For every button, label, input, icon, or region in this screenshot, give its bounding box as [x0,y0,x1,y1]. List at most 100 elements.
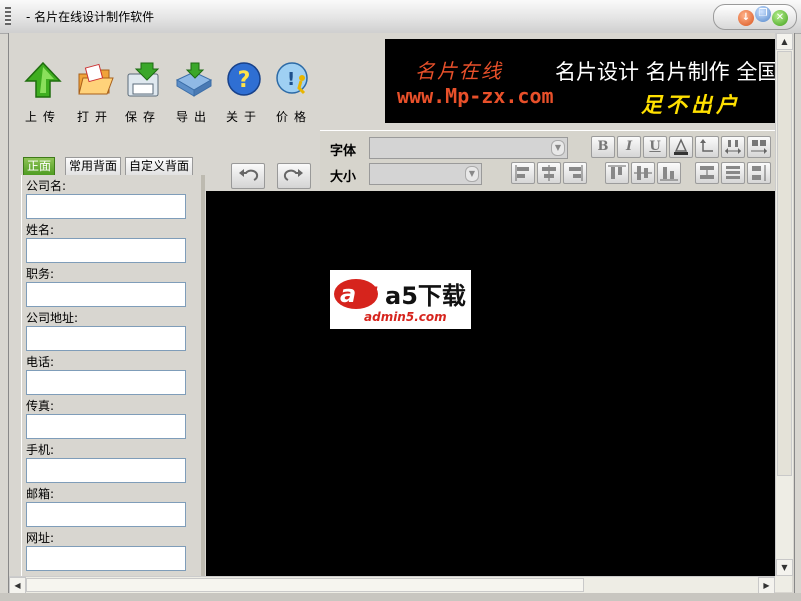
banner-slogan: 名片设计 名片制作 全国 [555,60,778,84]
chevron-down-icon: ▼ [551,140,565,156]
svg-text:?: ? [238,68,251,93]
banner-url: www.Mp-zx.com [397,84,554,108]
restore-button[interactable]: ❐ [755,6,771,22]
field-label: 手机: [26,443,55,457]
align-bottom-icon [660,167,678,181]
align-center-button[interactable] [537,162,561,184]
redo-button[interactable] [277,163,311,189]
field-input[interactable] [26,546,186,571]
undo-icon [239,169,259,181]
align-center-icon [542,165,556,181]
font-size-select[interactable]: ▼ [369,163,482,185]
field-label: 公司地址: [26,311,79,325]
line-spacing-button[interactable] [747,136,771,158]
field-label: 电话: [26,355,55,369]
same-size-button[interactable] [747,162,771,184]
horizontal-scrollbar[interactable]: ◀ ▶ [9,576,775,594]
distribute-vertical-button[interactable] [695,162,719,184]
char-spacing-button[interactable] [721,136,745,158]
font-label: 字体 [330,144,357,159]
window-bottom-border [0,593,801,601]
banner-brand: 名片在线 [415,59,503,83]
scroll-down-button[interactable]: ▼ [776,559,793,576]
close-button[interactable]: ✕ [772,10,788,26]
field-input[interactable] [26,502,186,527]
open-button[interactable]: 打开 [72,60,118,125]
h-scroll-thumb[interactable] [26,578,584,592]
distribute-vertical-icon [700,166,714,179]
align-left-icon [515,165,529,181]
vertical-scrollbar[interactable]: ▲ ▼ [775,33,793,576]
tab-front[interactable]: 正面 [23,157,56,176]
price-button[interactable]: ! 价格 [271,60,317,125]
field-input[interactable] [26,370,186,395]
resize-corner[interactable] [775,576,792,592]
save-label: 保存 [124,110,161,124]
export-label: 导出 [175,110,212,124]
align-middle-icon [634,166,652,180]
scroll-up-button[interactable]: ▲ [776,33,793,50]
field-label: 姓名: [26,223,55,237]
upload-label: 上传 [24,110,61,124]
window-grip-icon [5,7,11,25]
export-icon [174,60,214,100]
field-input[interactable] [26,414,186,439]
text-color-button[interactable] [669,136,693,158]
open-folder-icon [75,60,115,100]
line-spacing-icon [751,140,767,154]
scroll-right-button[interactable]: ▶ [758,577,775,594]
field-label: 网址: [26,531,55,545]
bold-button[interactable]: B [591,136,615,158]
align-top-icon [608,165,626,179]
field-label: 邮箱: [26,487,55,501]
svg-text:5: 5 [362,282,379,310]
text-color-icon [674,138,688,155]
price-label: 价格 [275,110,312,124]
tab-custom-back[interactable]: 自定义背面 [125,157,194,176]
size-label: 大小 [330,170,357,185]
align-top-button[interactable] [605,162,629,184]
chevron-down-icon: ▼ [465,166,479,182]
align-right-button[interactable] [563,162,587,184]
upload-button[interactable]: 上传 [20,60,66,125]
same-size-icon [752,165,766,181]
window-title: - 名片在线设计制作软件 [26,10,155,24]
title-bar[interactable]: - 名片在线设计制作软件 ↓ ❐ ✕ [0,0,801,34]
italic-button[interactable]: I [617,136,641,158]
field-input[interactable] [26,458,186,483]
align-bottom-button[interactable] [657,162,681,184]
underline-button[interactable]: U [643,136,667,158]
field-input[interactable] [26,326,186,351]
export-button[interactable]: 导出 [171,60,217,125]
watermark-url: admin5.com [364,310,447,324]
redo-icon [283,169,303,181]
scroll-thumb[interactable] [777,51,792,476]
distribute-horizontal-icon [726,166,740,179]
field-input[interactable] [26,194,186,219]
question-icon: ? [224,60,264,100]
rotate-icon [700,139,713,152]
promo-banner[interactable]: 名片在线 名片设计 名片制作 全国 www.Mp-zx.com 足不出户 [385,39,778,123]
svg-text:!: ! [287,69,295,90]
save-button[interactable]: 保存 [120,60,166,125]
field-label: 传真: [26,399,55,413]
banner-tagline: 足不出户 [641,93,741,117]
green-up-arrow-icon [23,60,63,100]
font-family-select[interactable]: ▼ [369,137,568,159]
align-middle-button[interactable] [631,162,655,184]
distribute-horizontal-button[interactable] [721,162,745,184]
field-input[interactable] [26,238,186,263]
card-canvas[interactable]: a 5 a5下载 admin5.com [206,191,775,576]
undo-button[interactable] [231,163,265,189]
field-input[interactable] [26,282,186,307]
panel-splitter[interactable] [201,175,205,577]
align-right-icon [569,165,583,181]
align-left-button[interactable] [511,162,535,184]
price-runner-icon: ! [274,60,314,100]
tab-common-back[interactable]: 常用背面 [65,157,122,176]
scroll-left-button[interactable]: ◀ [9,577,26,594]
open-label: 打开 [76,110,113,124]
rotate-button[interactable] [695,136,719,158]
about-button[interactable]: ? 关于 [221,60,267,125]
minimize-button[interactable]: ↓ [738,10,754,26]
